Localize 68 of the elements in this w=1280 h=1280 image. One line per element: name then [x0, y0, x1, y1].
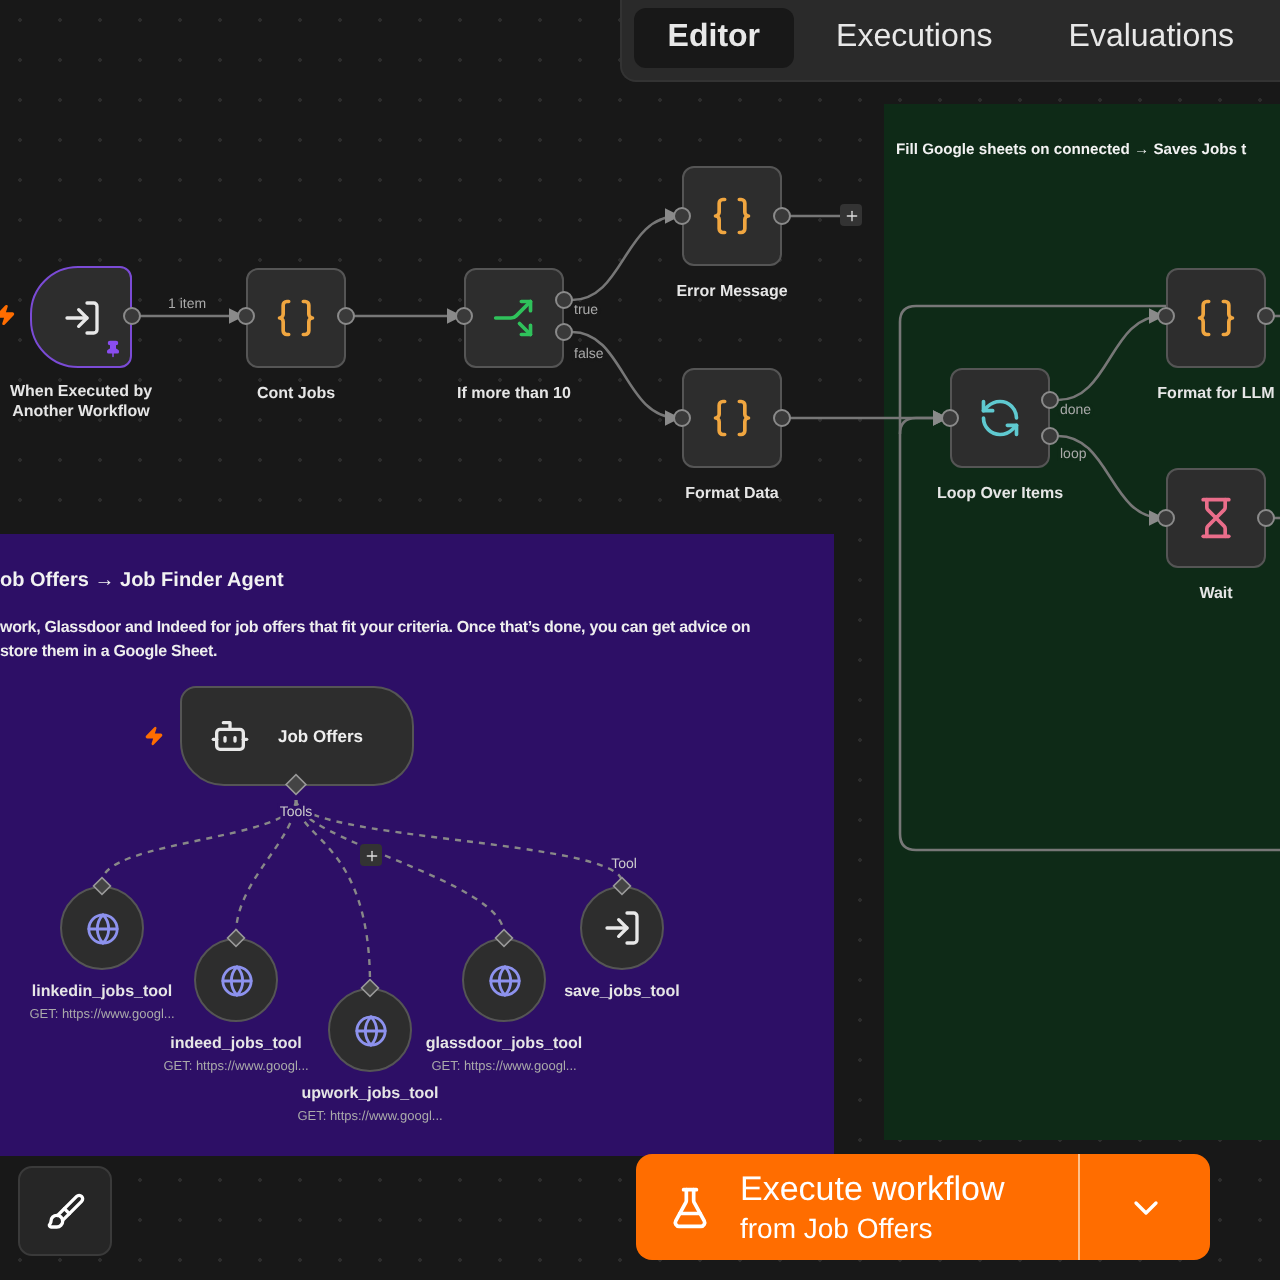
node-label: Loop Over Items — [936, 484, 1064, 504]
globe-icon — [487, 963, 521, 997]
workflow-node[interactable] — [682, 166, 782, 266]
workflow-node[interactable] — [246, 268, 346, 368]
view-tab[interactable]: Executions — [802, 8, 1027, 68]
connection-handle[interactable] — [773, 409, 791, 427]
globe-icon — [219, 963, 253, 997]
connection-handle[interactable] — [1257, 509, 1275, 527]
tool-port-handle[interactable] — [612, 876, 632, 896]
node-label: glassdoor_jobs_tool — [425, 1034, 583, 1054]
bot-icon — [210, 716, 250, 756]
note-title: ob Offers → Job Finder Agent — [0, 570, 286, 592]
connection-handle[interactable] — [773, 207, 791, 225]
node-label: Format Data — [685, 484, 779, 504]
add-node-button[interactable] — [360, 844, 382, 866]
connection-handle[interactable] — [1257, 307, 1275, 325]
enter-arrow-icon — [61, 297, 101, 337]
node-label: Format for LLM — [1157, 384, 1275, 404]
globe-icon — [85, 911, 119, 945]
note-text: work, Glassdoor and Indeed for job offers that fit your criteria. Once that’s done, you can get advice on store them in a Google Sheet. — [0, 616, 753, 664]
split-arrow-icon — [492, 296, 536, 340]
connection-handle[interactable] — [673, 207, 691, 225]
tool-port-handle[interactable] — [284, 773, 308, 796]
add-node-button[interactable] — [840, 204, 862, 226]
connection-handle[interactable] — [1157, 307, 1175, 325]
connection-handle[interactable] — [673, 409, 691, 427]
node-label: Wait — [1199, 584, 1233, 604]
clear-button[interactable] — [18, 1166, 112, 1256]
connection-handle[interactable] — [1157, 509, 1175, 527]
view-tab[interactable]: Editor — [633, 8, 795, 68]
node-label: save_jobs_tool — [564, 982, 680, 1002]
node-label: When Executed by Another Workflow — [7, 382, 155, 422]
connection-handle[interactable] — [337, 307, 355, 325]
lightning-icon — [0, 304, 16, 326]
workflow-node[interactable] — [682, 368, 782, 468]
node-label: indeed_jobs_tool — [170, 1034, 302, 1054]
node-label: linkedin_jobs_tool — [31, 982, 173, 1002]
globe-icon — [353, 1013, 387, 1047]
lightning-icon — [144, 726, 164, 746]
brush-icon — [45, 1191, 85, 1231]
braces-icon — [274, 296, 318, 340]
enter-arrow-icon — [602, 908, 642, 948]
loop-arrow-icon — [978, 396, 1022, 440]
workflow-node[interactable] — [1166, 268, 1266, 368]
agent-node[interactable]: Job Offers — [180, 686, 414, 786]
workflow-node[interactable] — [1166, 468, 1266, 568]
node-label: If more than 10 — [457, 384, 571, 404]
connection-handle[interactable] — [455, 307, 473, 325]
tool-port-handle[interactable] — [92, 876, 112, 896]
node-label: Cont Jobs — [256, 384, 336, 404]
pin-icon — [104, 340, 122, 358]
flask-icon — [668, 1185, 712, 1229]
braces-icon — [710, 194, 754, 238]
workflow-node[interactable] — [950, 368, 1050, 468]
connection-handle[interactable] — [123, 307, 141, 325]
tool-port-handle[interactable] — [360, 978, 380, 998]
connection-handle[interactable] — [237, 307, 255, 325]
braces-icon — [710, 396, 754, 440]
workflow-node[interactable] — [464, 268, 564, 368]
tool-port-handle[interactable] — [494, 928, 514, 948]
node-label: Error Message — [676, 282, 788, 302]
tool-port-handle[interactable] — [226, 928, 246, 948]
connection-handle[interactable] — [941, 409, 959, 427]
view-tab[interactable]: Evaluations — [1034, 8, 1268, 68]
trigger-node[interactable] — [30, 266, 132, 368]
node-label: upwork_jobs_tool — [301, 1084, 439, 1104]
braces-icon — [1194, 296, 1238, 340]
node-label: Job Offers — [278, 726, 364, 746]
